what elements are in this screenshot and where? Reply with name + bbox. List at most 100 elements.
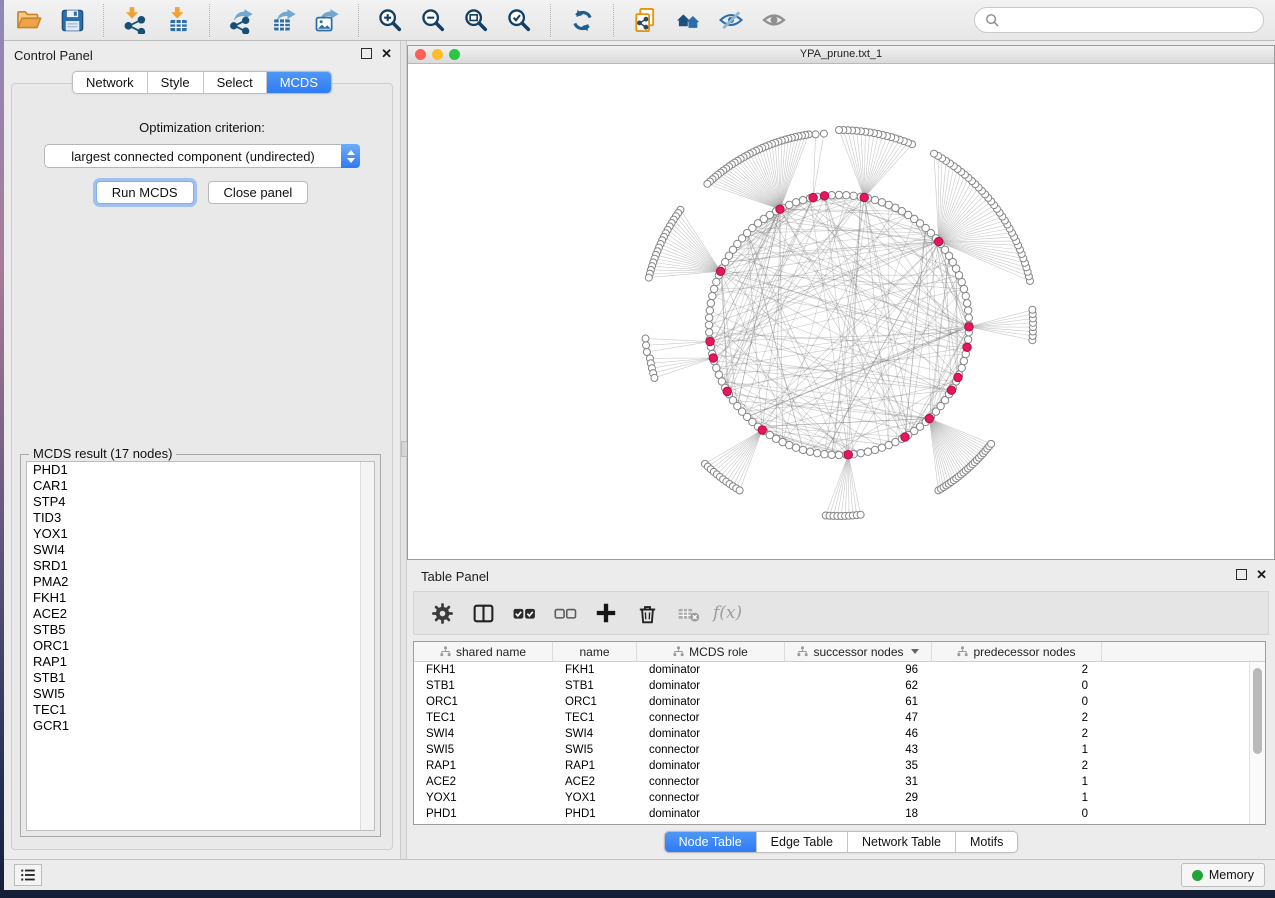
column-header-successor-nodes[interactable]: successor nodes [785,642,932,661]
split-table-button[interactable] [467,597,499,629]
network-leaf-node[interactable] [857,511,864,518]
table-cell[interactable]: 2 [932,664,1102,676]
table-cell[interactable]: 0 [932,696,1102,708]
mcds-hub-node[interactable] [935,237,943,245]
network-node[interactable] [878,444,885,451]
network-leaf-node[interactable] [642,335,649,342]
table-row[interactable]: SWI4SWI4dominator462 [414,726,1265,742]
table-cell[interactable]: 29 [785,792,932,804]
network-node[interactable] [814,449,821,456]
network-node[interactable] [885,201,892,208]
mcds-hub-node[interactable] [706,337,714,345]
table-cell[interactable]: 2 [932,760,1102,772]
zoom-selected-button[interactable] [504,5,534,35]
network-node[interactable] [706,329,713,336]
export-image-button[interactable] [312,5,342,35]
float-table-panel-icon[interactable] [1236,569,1247,580]
table-tab-motifs[interactable]: Motifs [956,832,1017,852]
tab-style[interactable]: Style [148,72,204,93]
table-cell[interactable]: connector [637,744,785,756]
mcds-hub-node[interactable] [965,323,973,331]
table-cell[interactable]: ORC1 [553,696,637,708]
network-node[interactable] [878,199,885,206]
table-cell[interactable]: PHD1 [414,808,553,820]
mcds-hub-node[interactable] [954,373,962,381]
table-cell[interactable]: YOX1 [553,792,637,804]
network-leaf-node[interactable] [736,487,743,494]
table-cell[interactable]: connector [637,712,785,724]
table-cell[interactable]: 1 [932,744,1102,756]
mcds-result-item[interactable]: STB5 [27,622,374,638]
table-cell[interactable]: FKH1 [553,664,637,676]
table-cell[interactable]: STB1 [553,680,637,692]
mcds-hub-node[interactable] [820,192,828,200]
table-scrollbar[interactable] [1249,662,1265,824]
table-cell[interactable]: dominator [637,664,785,676]
export-network-button[interactable] [226,5,256,35]
tab-select[interactable]: Select [204,72,267,93]
table-cell[interactable]: dominator [637,808,785,820]
table-row[interactable]: FKH1FKH1dominator962 [414,662,1265,678]
mcds-hub-node[interactable] [716,267,724,275]
table-tab-network-table[interactable]: Network Table [848,832,956,852]
mcds-result-item[interactable]: CAR1 [27,478,374,494]
table-cell[interactable]: SWI5 [414,744,553,756]
mcds-result-item[interactable]: ACE2 [27,606,374,622]
table-cell[interactable]: 35 [785,760,932,772]
network-leaf-node[interactable] [1029,306,1036,313]
run-mcds-button[interactable]: Run MCDS [96,181,194,204]
add-column-button[interactable] [590,597,622,629]
network-node[interactable] [799,446,806,453]
network-node[interactable] [792,199,799,206]
save-session-button[interactable] [57,5,87,35]
table-cell[interactable]: 31 [785,776,932,788]
table-cell[interactable]: dominator [637,728,785,740]
mcds-result-item[interactable]: FKH1 [27,590,374,606]
table-row[interactable]: TEC1TEC1connector472 [414,710,1265,726]
network-leaf-node[interactable] [988,440,995,447]
delete-columns-button[interactable] [631,597,663,629]
table-cell[interactable]: 18 [785,808,932,820]
duplicate-network-button[interactable] [630,5,660,35]
network-node[interactable] [960,357,967,364]
network-node[interactable] [706,314,713,321]
table-cell[interactable]: 0 [932,680,1102,692]
network-node[interactable] [709,292,716,299]
column-header-name[interactable]: name [553,642,637,661]
mcds-hub-node[interactable] [723,387,731,395]
network-leaf-node[interactable] [645,274,652,281]
table-cell[interactable]: 0 [932,808,1102,820]
hide-selected-button[interactable] [716,5,746,35]
mcds-result-item[interactable]: GCR1 [27,718,374,734]
close-panel-icon[interactable]: ✕ [381,48,392,59]
table-cell[interactable]: 43 [785,744,932,756]
network-leaf-node[interactable] [820,130,827,137]
network-node[interactable] [786,441,793,448]
network-node[interactable] [713,364,720,371]
float-panel-icon[interactable] [361,48,372,59]
table-row[interactable]: ACE2ACE2connector311 [414,774,1265,790]
mcds-result-item[interactable]: PHD1 [27,462,374,478]
mcds-result-item[interactable]: SWI5 [27,686,374,702]
network-node[interactable] [960,285,967,292]
mcds-hub-node[interactable] [963,343,971,351]
table-row[interactable]: STB1STB1dominator620 [414,678,1265,694]
network-node[interactable] [792,444,799,451]
network-node[interactable] [871,196,878,203]
network-leaf-node[interactable] [643,342,650,349]
network-node[interactable] [835,451,842,458]
table-cell[interactable]: dominator [637,696,785,708]
network-node[interactable] [850,192,857,199]
table-tab-node-table[interactable]: Node Table [665,832,757,852]
network-leaf-node[interactable] [931,150,938,157]
show-all-button[interactable] [759,5,789,35]
mcds-result-item[interactable]: YOX1 [27,526,374,542]
table-cell[interactable]: RAP1 [414,760,553,772]
network-node[interactable] [835,191,842,198]
network-node[interactable] [857,449,864,456]
mcds-hub-node[interactable] [844,450,852,458]
task-history-button[interactable] [14,864,42,886]
table-cell[interactable]: YOX1 [414,792,553,804]
network-node[interactable] [821,450,828,457]
import-network-button[interactable] [120,5,150,35]
